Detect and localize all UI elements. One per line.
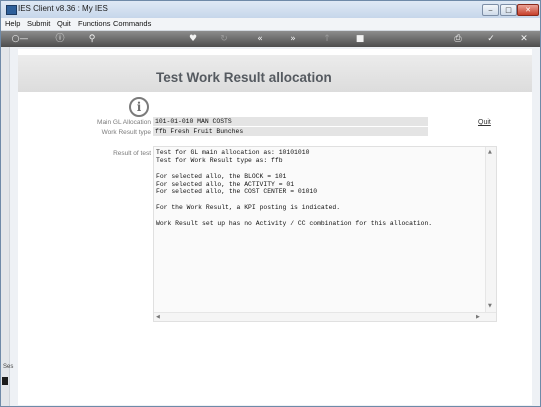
info-icon: i	[129, 97, 149, 117]
forward-icon[interactable]: »	[287, 33, 299, 45]
window-title: IES Client v8.36 : My IES	[18, 4, 108, 13]
main-gl-label: Main GL Allocation	[97, 119, 151, 126]
search-icon[interactable]: ⚲	[86, 33, 98, 45]
stop-icon[interactable]: ■	[354, 33, 366, 45]
horizontal-scrollbar[interactable]: ◀ ▶	[154, 312, 496, 321]
result-line: Test for Work Result type as: ffb	[156, 156, 283, 164]
app-window: IES Client v8.36 : My IES ‒ □ ✕ Help Sub…	[0, 0, 541, 407]
scroll-left-icon[interactable]: ◀	[156, 314, 160, 320]
refresh-icon[interactable]: ↻	[218, 33, 230, 45]
close-icon[interactable]: ✕	[518, 33, 530, 45]
result-line: For the Work Result, a KPI posting is in…	[156, 204, 341, 212]
side-panel: Ses	[1, 47, 14, 406]
maximize-button[interactable]: □	[500, 4, 517, 16]
work-result-type-field[interactable]: ffb Fresh Fruit Bunches	[153, 127, 428, 136]
minimize-button[interactable]: ‒	[482, 4, 499, 16]
menu-help[interactable]: Help	[5, 19, 20, 28]
main-gl-field[interactable]: 101-01-010 MAN COSTS	[153, 117, 428, 126]
result-label: Result of test	[113, 150, 151, 157]
result-line	[156, 165, 484, 173]
scroll-up-icon[interactable]: ▲	[488, 149, 492, 155]
quit-link[interactable]: Quit	[478, 119, 491, 126]
side-panel-label: Ses	[3, 364, 14, 370]
result-textarea[interactable]: Test for GL main allocation as: 10101010…	[153, 146, 497, 322]
help-icon[interactable]: ⓘ	[54, 33, 66, 45]
title-bar: IES Client v8.36 : My IES ‒ □ ✕	[1, 1, 540, 18]
main-content: Test Work Result allocation i Main GL Al…	[18, 49, 532, 405]
toolbar: ○— ⓘ ⚲ ♥ ↻ « » ↑ ■ ⎙ ✓ ✕	[1, 31, 540, 47]
menu-functions[interactable]: Functions	[78, 19, 111, 28]
print-icon[interactable]: ⎙	[452, 33, 464, 45]
result-lines: Test for GL main allocation as: 10101010…	[156, 149, 484, 228]
close-window-button[interactable]: ✕	[517, 4, 539, 16]
back-key-icon[interactable]: ○—	[9, 33, 31, 45]
rewind-icon[interactable]: «	[254, 33, 266, 45]
menu-quit[interactable]: Quit	[57, 19, 71, 28]
scroll-down-icon[interactable]: ▼	[488, 303, 492, 309]
result-line: For selected allo, the BLOCK = 101	[156, 172, 287, 180]
menu-commands[interactable]: Commands	[113, 19, 151, 28]
scroll-right-icon[interactable]: ▶	[476, 314, 480, 320]
app-logo-icon	[6, 5, 17, 15]
page-header: Test Work Result allocation	[18, 55, 532, 92]
result-line: Test for GL main allocation as: 10101010	[156, 149, 310, 156]
page-title: Test Work Result allocation	[156, 70, 332, 85]
menu-submit[interactable]: Submit	[27, 19, 50, 28]
result-line	[156, 212, 484, 220]
result-line	[156, 196, 484, 204]
result-line: Work Result set up has no Activity / CC …	[156, 220, 433, 228]
side-panel-icon[interactable]	[2, 377, 8, 385]
check-icon[interactable]: ✓	[485, 33, 497, 45]
result-line: For selected allo, the COST CENTER = 010…	[156, 188, 318, 196]
menu-bar: Help Submit Quit Functions Commands	[1, 18, 540, 31]
result-line: For selected allo, the ACTIVITY = 01	[156, 180, 295, 188]
vertical-scrollbar[interactable]: ▲ ▼	[485, 147, 496, 321]
work-result-type-label: Work Result type	[101, 129, 151, 136]
upload-icon[interactable]: ↑	[321, 33, 333, 45]
heart-icon[interactable]: ♥	[187, 33, 199, 45]
